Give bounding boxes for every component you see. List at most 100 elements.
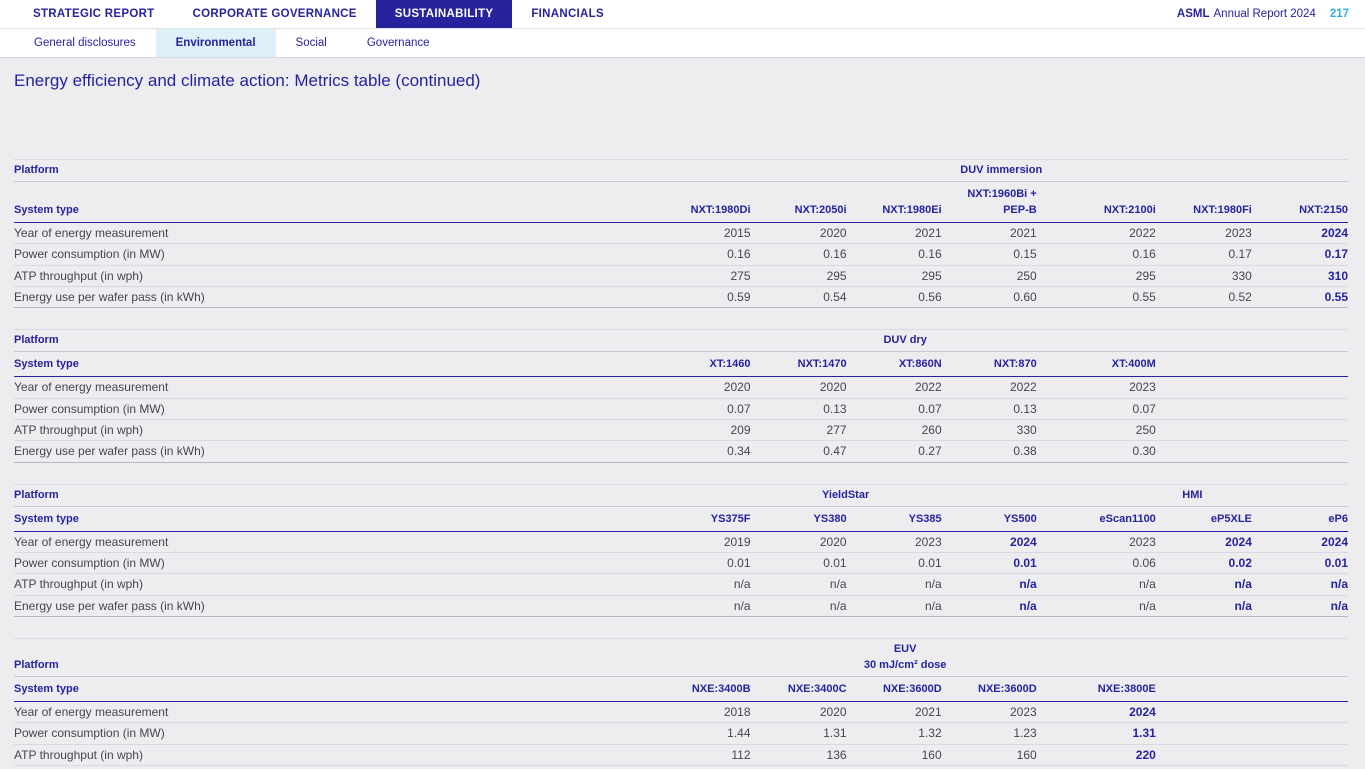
- metric-value: 0.02: [1228, 556, 1252, 571]
- metric-value: n/a: [924, 598, 942, 613]
- metric-value: 295: [1135, 268, 1156, 283]
- brand-name: ASML: [1176, 8, 1210, 20]
- metric-value: 2024: [1010, 534, 1037, 549]
- system-type-header: YS500: [1003, 512, 1037, 525]
- sub-nav: General disclosures Environmental Social…: [0, 29, 1365, 58]
- system-type-header: YS375F: [710, 512, 751, 525]
- metric-row-label: Year of energy measurement: [14, 380, 169, 395]
- metric-value: 2021: [914, 705, 942, 720]
- nav-corporate-governance[interactable]: CORPORATE GOVERNANCE: [174, 0, 376, 28]
- metric-value: 2023: [1010, 705, 1037, 720]
- metric-value: n/a: [1139, 598, 1156, 613]
- tab-general-disclosures[interactable]: General disclosures: [14, 29, 156, 57]
- metric-value: [1156, 702, 1252, 723]
- system-type-header: NXT:2050i: [794, 203, 847, 216]
- system-type-header: NXE:3600D: [882, 683, 942, 696]
- nav-strategic-report[interactable]: STRATEGIC REPORT: [14, 0, 174, 28]
- metric-value: 250: [1135, 423, 1156, 438]
- metrics-table: Platform DUV immersion System type NXT:1980…: [14, 159, 1348, 308]
- page-content: Energy efficiency and climate action: Me…: [0, 58, 1365, 769]
- platform-row-label: Platform: [14, 659, 59, 672]
- metric-value: n/a: [1234, 598, 1252, 613]
- metric-value: 0.07: [727, 401, 751, 416]
- system-type-header: XT:1460: [709, 358, 751, 371]
- metric-value: 0.56: [918, 289, 942, 304]
- metric-value: 0.17: [1324, 247, 1348, 262]
- metric-value: 0.01: [727, 556, 751, 571]
- metric-value: 2020: [819, 380, 847, 395]
- metrics-table-duv-immersion: Platform DUV immersion System type NXT:1980…: [14, 159, 1365, 308]
- metric-value: n/a: [829, 598, 847, 613]
- system-type-header: eP6: [1328, 512, 1348, 525]
- system-type-header: eScan1100: [1099, 512, 1156, 525]
- metric-value: 0.07: [1132, 401, 1156, 416]
- tab-social[interactable]: Social: [276, 29, 347, 57]
- top-nav: STRATEGIC REPORT CORPORATE GOVERNANCE SU…: [0, 0, 1365, 29]
- metric-value: [1156, 744, 1252, 765]
- metric-value: 310: [1327, 268, 1348, 283]
- metrics-table-duv-dry: Platform DUV dry System type XT:1460 NXT:147…: [14, 329, 1365, 463]
- platform-row-label: Platform: [14, 164, 59, 176]
- metric-value: 0.01: [823, 556, 847, 571]
- nav-sustainability[interactable]: SUSTAINABILITY: [375, 0, 513, 28]
- platform-group-name: YieldStar: [821, 488, 870, 501]
- metric-row-label: Power consumption (in MW): [14, 726, 165, 741]
- system-type-row-label: System type: [14, 358, 79, 371]
- system-type-header: NXT:1980Ei: [882, 203, 942, 216]
- table-row: Year of energy measurement 2020 2020 2022 20…: [14, 377, 1348, 399]
- tab-environmental[interactable]: Environmental: [155, 29, 276, 57]
- metric-row-label: Power consumption (in MW): [14, 556, 165, 571]
- metric-value: 0.52: [1228, 289, 1252, 304]
- platform-group-name: [1156, 330, 1348, 352]
- page-number: 217: [1329, 8, 1349, 20]
- metric-value: 2015: [723, 225, 751, 240]
- metric-value: n/a: [924, 577, 942, 592]
- metric-value: n/a: [1234, 577, 1252, 592]
- metric-value: 250: [1016, 268, 1037, 283]
- metric-row-label: Year of energy measurement: [14, 225, 169, 240]
- system-type-header: NXT:2150: [1299, 203, 1348, 216]
- metric-value: 0.17: [1228, 247, 1252, 262]
- metric-value: [1252, 441, 1348, 462]
- metric-value: 0.54: [823, 289, 847, 304]
- platform-row-label: Platform: [14, 488, 59, 501]
- metric-value: [1252, 744, 1348, 765]
- metric-row-label: Year of energy measurement: [14, 534, 169, 549]
- metric-value: 1.31: [1132, 726, 1156, 741]
- metric-row-label: ATP throughput (in wph): [14, 747, 143, 762]
- system-type-header: NXE:3800E: [1097, 683, 1156, 696]
- metric-value: 2020: [819, 225, 847, 240]
- platform-group-name: DUV immersion: [960, 164, 1043, 176]
- metric-value: 0.01: [918, 556, 942, 571]
- metric-value: n/a: [733, 598, 751, 613]
- metric-value: 1.23: [1013, 726, 1037, 741]
- system-type-header: NXT:1960Bi + PEP-B: [967, 187, 1037, 216]
- metric-row-label: ATP throughput (in wph): [14, 268, 143, 283]
- metric-row-label: Energy use per wafer pass (in kWh): [14, 289, 205, 304]
- metric-value: 0.16: [727, 247, 751, 262]
- metric-value: 2022: [914, 380, 942, 395]
- table-row: Energy use per wafer pass (in kWh) 0.59 0.…: [14, 286, 1348, 308]
- system-type-header: eP5XLE: [1210, 512, 1252, 525]
- metric-value: 2022: [1010, 380, 1037, 395]
- system-type-header: NXT:1980Di: [690, 203, 751, 216]
- metric-value: [1252, 702, 1348, 723]
- system-type-header: XT:400M: [1111, 358, 1156, 371]
- nav-financials[interactable]: FINANCIALS: [512, 0, 623, 28]
- system-type-header: NXE:3400C: [787, 683, 847, 696]
- metric-value: [1252, 398, 1348, 419]
- metric-value: 2023: [1129, 380, 1156, 395]
- metric-value: 0.01: [1324, 556, 1348, 571]
- table-row: ATP throughput (in wph) 112 136 160 160 220: [14, 744, 1348, 766]
- metric-value: 0.59: [727, 289, 751, 304]
- metric-row-label: ATP throughput (in wph): [14, 423, 143, 438]
- system-type-header: NXT:2100i: [1103, 203, 1156, 216]
- metrics-table-euv: Platform EUV 30 mJ/cm² dose System type NXE…: [14, 638, 1365, 769]
- metric-value: 220: [1135, 747, 1156, 762]
- system-type-header: [1156, 352, 1252, 377]
- tab-governance[interactable]: Governance: [347, 29, 450, 57]
- metric-value: 1.31: [823, 726, 847, 741]
- metric-value: 160: [921, 747, 942, 762]
- metric-row-label: Energy use per wafer pass (in kWh): [14, 598, 205, 613]
- table-row: ATP throughput (in wph) n/a n/a n/a n/a n/a n/…: [14, 574, 1348, 596]
